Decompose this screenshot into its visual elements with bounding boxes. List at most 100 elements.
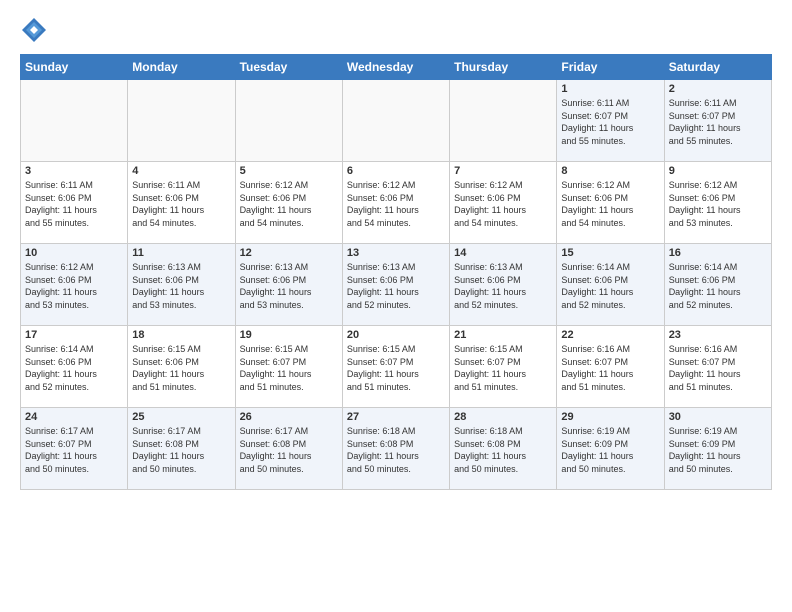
day-cell: 16 Sunrise: 6:14 AM Sunset: 6:06 PM Dayli… [664, 244, 771, 326]
day-cell: 22 Sunrise: 6:16 AM Sunset: 6:07 PM Dayli… [557, 326, 664, 408]
day-info: Sunrise: 6:13 AM Sunset: 6:06 PM Dayligh… [347, 261, 445, 311]
day-info: Sunrise: 6:12 AM Sunset: 6:06 PM Dayligh… [669, 179, 767, 229]
day-info: Sunrise: 6:17 AM Sunset: 6:08 PM Dayligh… [132, 425, 230, 475]
day-cell: 1 Sunrise: 6:11 AM Sunset: 6:07 PM Daylig… [557, 80, 664, 162]
day-info: Sunrise: 6:15 AM Sunset: 6:06 PM Dayligh… [132, 343, 230, 393]
weekday-header-wednesday: Wednesday [342, 55, 449, 80]
day-cell [128, 80, 235, 162]
day-cell: 19 Sunrise: 6:15 AM Sunset: 6:07 PM Dayli… [235, 326, 342, 408]
weekday-header-thursday: Thursday [450, 55, 557, 80]
day-number: 30 [669, 411, 767, 423]
day-cell: 7 Sunrise: 6:12 AM Sunset: 6:06 PM Daylig… [450, 162, 557, 244]
day-number: 19 [240, 329, 338, 341]
day-number: 7 [454, 165, 552, 177]
day-number: 8 [561, 165, 659, 177]
day-cell: 3 Sunrise: 6:11 AM Sunset: 6:06 PM Daylig… [21, 162, 128, 244]
day-cell: 5 Sunrise: 6:12 AM Sunset: 6:06 PM Daylig… [235, 162, 342, 244]
day-info: Sunrise: 6:11 AM Sunset: 6:06 PM Dayligh… [132, 179, 230, 229]
day-number: 15 [561, 247, 659, 259]
day-number: 6 [347, 165, 445, 177]
day-info: Sunrise: 6:11 AM Sunset: 6:07 PM Dayligh… [669, 97, 767, 147]
day-number: 26 [240, 411, 338, 423]
day-cell: 23 Sunrise: 6:16 AM Sunset: 6:07 PM Dayli… [664, 326, 771, 408]
day-cell: 25 Sunrise: 6:17 AM Sunset: 6:08 PM Dayli… [128, 408, 235, 490]
day-cell [21, 80, 128, 162]
day-info: Sunrise: 6:19 AM Sunset: 6:09 PM Dayligh… [669, 425, 767, 475]
day-number: 29 [561, 411, 659, 423]
header [20, 16, 772, 44]
day-number: 16 [669, 247, 767, 259]
day-cell: 30 Sunrise: 6:19 AM Sunset: 6:09 PM Dayli… [664, 408, 771, 490]
day-info: Sunrise: 6:16 AM Sunset: 6:07 PM Dayligh… [669, 343, 767, 393]
day-info: Sunrise: 6:13 AM Sunset: 6:06 PM Dayligh… [240, 261, 338, 311]
day-info: Sunrise: 6:18 AM Sunset: 6:08 PM Dayligh… [347, 425, 445, 475]
day-cell: 6Sunrise: 6:12 AM Sunset: 6:06 PM Daylig… [342, 162, 449, 244]
day-cell: 21Sunrise: 6:15 AM Sunset: 6:07 PM Dayli… [450, 326, 557, 408]
logo [20, 16, 52, 44]
day-info: Sunrise: 6:12 AM Sunset: 6:06 PM Dayligh… [240, 179, 338, 229]
day-info: Sunrise: 6:14 AM Sunset: 6:06 PM Dayligh… [561, 261, 659, 311]
day-number: 9 [669, 165, 767, 177]
weekday-header-saturday: Saturday [664, 55, 771, 80]
weekday-header-friday: Friday [557, 55, 664, 80]
day-number: 3 [25, 165, 123, 177]
day-info: Sunrise: 6:13 AM Sunset: 6:06 PM Dayligh… [454, 261, 552, 311]
day-number: 21 [454, 329, 552, 341]
day-info: Sunrise: 6:12 AM Sunset: 6:06 PM Dayligh… [561, 179, 659, 229]
day-number: 12 [240, 247, 338, 259]
week-row-1: 1 Sunrise: 6:11 AM Sunset: 6:07 PM Daylig… [21, 80, 772, 162]
day-number: 5 [240, 165, 338, 177]
day-cell: 18Sunrise: 6:15 AM Sunset: 6:06 PM Dayli… [128, 326, 235, 408]
day-info: Sunrise: 6:12 AM Sunset: 6:06 PM Dayligh… [454, 179, 552, 229]
week-row-4: 17Sunrise: 6:14 AM Sunset: 6:06 PM Dayli… [21, 326, 772, 408]
day-number: 20 [347, 329, 445, 341]
day-info: Sunrise: 6:13 AM Sunset: 6:06 PM Dayligh… [132, 261, 230, 311]
day-number: 13 [347, 247, 445, 259]
day-cell: 2 Sunrise: 6:11 AM Sunset: 6:07 PM Daylig… [664, 80, 771, 162]
day-info: Sunrise: 6:19 AM Sunset: 6:09 PM Dayligh… [561, 425, 659, 475]
day-info: Sunrise: 6:12 AM Sunset: 6:06 PM Dayligh… [25, 261, 123, 311]
day-info: Sunrise: 6:14 AM Sunset: 6:06 PM Dayligh… [669, 261, 767, 311]
day-number: 2 [669, 83, 767, 95]
day-cell: 15 Sunrise: 6:14 AM Sunset: 6:06 PM Dayli… [557, 244, 664, 326]
day-cell: 10 Sunrise: 6:12 AM Sunset: 6:06 PM Dayli… [21, 244, 128, 326]
day-info: Sunrise: 6:17 AM Sunset: 6:07 PM Dayligh… [25, 425, 123, 475]
day-cell: 26 Sunrise: 6:17 AM Sunset: 6:08 PM Dayli… [235, 408, 342, 490]
weekday-header-sunday: Sunday [21, 55, 128, 80]
day-info: Sunrise: 6:15 AM Sunset: 6:07 PM Dayligh… [240, 343, 338, 393]
calendar-body: 1 Sunrise: 6:11 AM Sunset: 6:07 PM Daylig… [21, 80, 772, 490]
day-number: 22 [561, 329, 659, 341]
day-number: 11 [132, 247, 230, 259]
week-row-5: 24Sunrise: 6:17 AM Sunset: 6:07 PM Dayli… [21, 408, 772, 490]
day-info: Sunrise: 6:16 AM Sunset: 6:07 PM Dayligh… [561, 343, 659, 393]
day-cell [235, 80, 342, 162]
day-number: 23 [669, 329, 767, 341]
calendar-header: SundayMondayTuesdayWednesdayThursdayFrid… [21, 55, 772, 80]
day-cell: 27 Sunrise: 6:18 AM Sunset: 6:08 PM Dayli… [342, 408, 449, 490]
day-number: 25 [132, 411, 230, 423]
day-number: 14 [454, 247, 552, 259]
week-row-2: 3 Sunrise: 6:11 AM Sunset: 6:06 PM Daylig… [21, 162, 772, 244]
day-cell: 17Sunrise: 6:14 AM Sunset: 6:06 PM Dayli… [21, 326, 128, 408]
weekday-header-tuesday: Tuesday [235, 55, 342, 80]
day-cell: 12 Sunrise: 6:13 AM Sunset: 6:06 PM Dayli… [235, 244, 342, 326]
day-cell: 11 Sunrise: 6:13 AM Sunset: 6:06 PM Dayli… [128, 244, 235, 326]
day-number: 4 [132, 165, 230, 177]
day-number: 27 [347, 411, 445, 423]
day-info: Sunrise: 6:11 AM Sunset: 6:06 PM Dayligh… [25, 179, 123, 229]
day-info: Sunrise: 6:17 AM Sunset: 6:08 PM Dayligh… [240, 425, 338, 475]
day-cell: 24Sunrise: 6:17 AM Sunset: 6:07 PM Dayli… [21, 408, 128, 490]
calendar-table: SundayMondayTuesdayWednesdayThursdayFrid… [20, 54, 772, 490]
day-cell: 9 Sunrise: 6:12 AM Sunset: 6:06 PM Daylig… [664, 162, 771, 244]
day-cell: 29 Sunrise: 6:19 AM Sunset: 6:09 PM Dayli… [557, 408, 664, 490]
weekday-header-monday: Monday [128, 55, 235, 80]
day-cell: 20Sunrise: 6:15 AM Sunset: 6:07 PM Dayli… [342, 326, 449, 408]
day-number: 1 [561, 83, 659, 95]
day-cell: 14 Sunrise: 6:13 AM Sunset: 6:06 PM Dayli… [450, 244, 557, 326]
day-number: 17 [25, 329, 123, 341]
logo-icon [20, 16, 48, 44]
day-info: Sunrise: 6:11 AM Sunset: 6:07 PM Dayligh… [561, 97, 659, 147]
page: SundayMondayTuesdayWednesdayThursdayFrid… [0, 0, 792, 500]
day-cell: 8 Sunrise: 6:12 AM Sunset: 6:06 PM Daylig… [557, 162, 664, 244]
day-number: 10 [25, 247, 123, 259]
